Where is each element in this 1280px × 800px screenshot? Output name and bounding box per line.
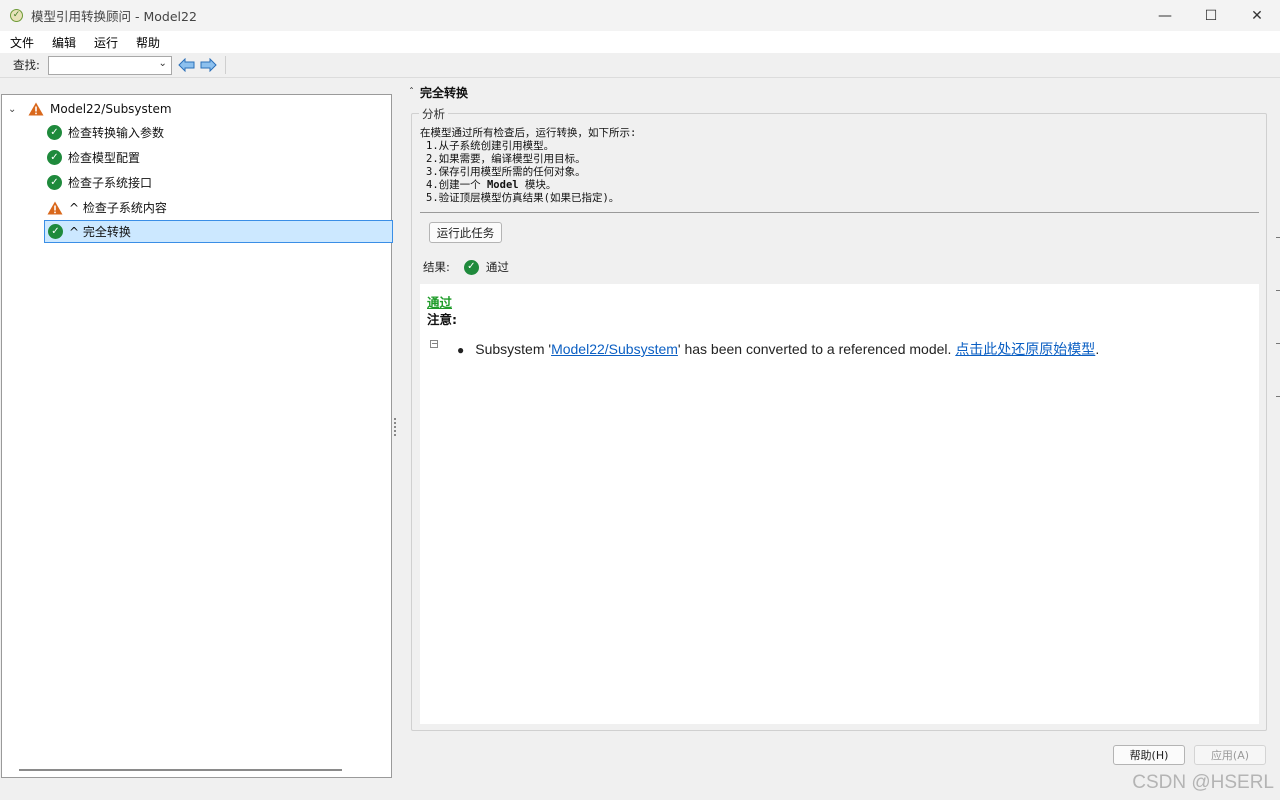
restore-original-model-link[interactable]: 点击此处还原原始模型 <box>955 339 1095 359</box>
bullet-prefix: Subsystem ' <box>475 341 552 357</box>
check-pass-icon: ✓ <box>47 150 62 165</box>
analysis-step: 5.验证顶层模型仿真结果(如果已指定)。 <box>426 192 620 204</box>
back-arrow-icon[interactable] <box>178 58 195 72</box>
tree-item-label: 检查模型配置 <box>68 151 141 165</box>
check-pass-icon: ✓ <box>463 259 479 275</box>
section-title: 完全转换 <box>420 86 469 100</box>
apply-button[interactable]: 应用(A) <box>1194 745 1266 765</box>
collapse-minus-icon[interactable]: − <box>430 340 438 348</box>
toolbar: 查找: ⌄ <box>0 53 1280 78</box>
warning-icon <box>47 201 63 214</box>
help-button[interactable]: 帮助(H) <box>1113 745 1185 765</box>
result-row: 结果: ✓ 通过 <box>423 259 509 275</box>
window-controls: — ☐ ✕ <box>1142 0 1280 31</box>
step-tail: 模块。 <box>518 179 557 191</box>
title-bar: ✓ 模型引用转换顾问 - Model22 — ☐ ✕ <box>0 0 1280 31</box>
check-pass-icon: ✓ <box>47 175 62 190</box>
group-legend: 分析 <box>419 106 448 122</box>
tree-item-check-subsystem-interface[interactable]: ✓ 检查子系统接口 <box>44 171 393 194</box>
tree-root-label: Model22/Subsystem <box>50 102 172 116</box>
chevron-down-icon[interactable]: ⌄ <box>158 58 166 69</box>
step-text: 4.创建一个 <box>426 179 481 191</box>
tree-item-label: ^ 完全转换 <box>69 225 131 239</box>
warning-icon <box>28 102 44 116</box>
tree-item-complete-conversion[interactable]: ✓ ^ 完全转换 <box>44 220 393 243</box>
find-combobox[interactable]: ⌄ <box>47 55 172 75</box>
analysis-step: 4.创建一个 Model 模块。 <box>420 179 1260 192</box>
check-pass-icon: ✓ <box>48 224 63 239</box>
analysis-intro: 在模型通过所有检查后，运行转换，如下所示: <box>420 127 637 139</box>
window-title: 模型引用转换顾问 - Model22 <box>31 9 197 24</box>
app-check-icon: ✓ <box>10 9 23 22</box>
menu-edit[interactable]: 编辑 <box>46 34 82 51</box>
model-block-name: Model <box>486 179 519 191</box>
menu-bar: 文件 编辑 运行 帮助 <box>0 31 1280 53</box>
analysis-step: 3.保存引用模型所需的任何对象。 <box>426 166 586 178</box>
horizontal-scrollbar[interactable] <box>19 769 342 771</box>
report-panel: 通过 注意: − ● Subsystem ' Model22/Subsystem '… <box>420 284 1259 724</box>
toolbar-separator <box>224 56 226 74</box>
window-edge-marks <box>1276 237 1280 417</box>
report-bullet: ● Subsystem ' Model22/Subsystem ' has been… <box>457 339 1099 359</box>
tree-item-label: 检查子系统接口 <box>68 176 153 190</box>
pane-splitter-handle[interactable] <box>394 418 397 438</box>
collapse-caret-icon[interactable]: ˆ <box>409 87 414 98</box>
chevron-down-icon[interactable]: ⌄ <box>8 104 20 115</box>
subsystem-link[interactable]: Model22/Subsystem <box>551 341 678 357</box>
bullet-end: . <box>1095 341 1100 357</box>
analysis-text: 在模型通过所有检查后，运行转换，如下所示: 1.从子系统创建引用模型。 2.如果… <box>420 127 1260 205</box>
close-button[interactable]: ✕ <box>1234 0 1280 31</box>
analysis-step: 2.如果需要，编译模型引用目标。 <box>426 153 586 165</box>
menu-file[interactable]: 文件 <box>4 34 40 51</box>
tree-item-check-model-config[interactable]: ✓ 检查模型配置 <box>44 146 393 169</box>
result-value: 通过 <box>485 260 509 274</box>
check-pass-icon: ✓ <box>47 125 62 140</box>
analysis-step: 1.从子系统创建引用模型。 <box>426 140 555 152</box>
bullet-middle: ' has been converted to a referenced mod… <box>677 341 956 357</box>
section-header[interactable]: ˆ 完全转换 <box>409 84 468 101</box>
menu-help[interactable]: 帮助 <box>130 34 166 51</box>
run-task-button[interactable]: 运行此任务 <box>429 222 502 243</box>
result-label: 结果: <box>423 260 450 274</box>
forward-arrow-icon[interactable] <box>200 58 217 72</box>
report-note-heading: 注意: <box>427 312 457 327</box>
maximize-button[interactable]: ☐ <box>1188 0 1234 31</box>
bullet-dot-icon: ● <box>457 343 465 357</box>
menu-run[interactable]: 运行 <box>88 34 124 51</box>
tree-item-label: 检查转换输入参数 <box>68 126 165 140</box>
tree-item-check-subsystem-content[interactable]: ^ 检查子系统内容 <box>44 196 393 219</box>
task-tree-pane: ⌄ Model22/Subsystem ✓ 检查转换输入参数 ✓ 检查模型配置 … <box>1 94 393 778</box>
minimize-button[interactable]: — <box>1142 0 1188 31</box>
watermark: CSDN @HSERL <box>1132 772 1274 793</box>
tree-item-label: ^ 检查子系统内容 <box>69 201 167 215</box>
divider <box>420 212 1259 213</box>
tree-root[interactable]: ⌄ Model22/Subsystem <box>8 101 172 117</box>
tree-item-check-input-params[interactable]: ✓ 检查转换输入参数 <box>44 121 393 144</box>
find-label: 查找: <box>13 58 40 72</box>
